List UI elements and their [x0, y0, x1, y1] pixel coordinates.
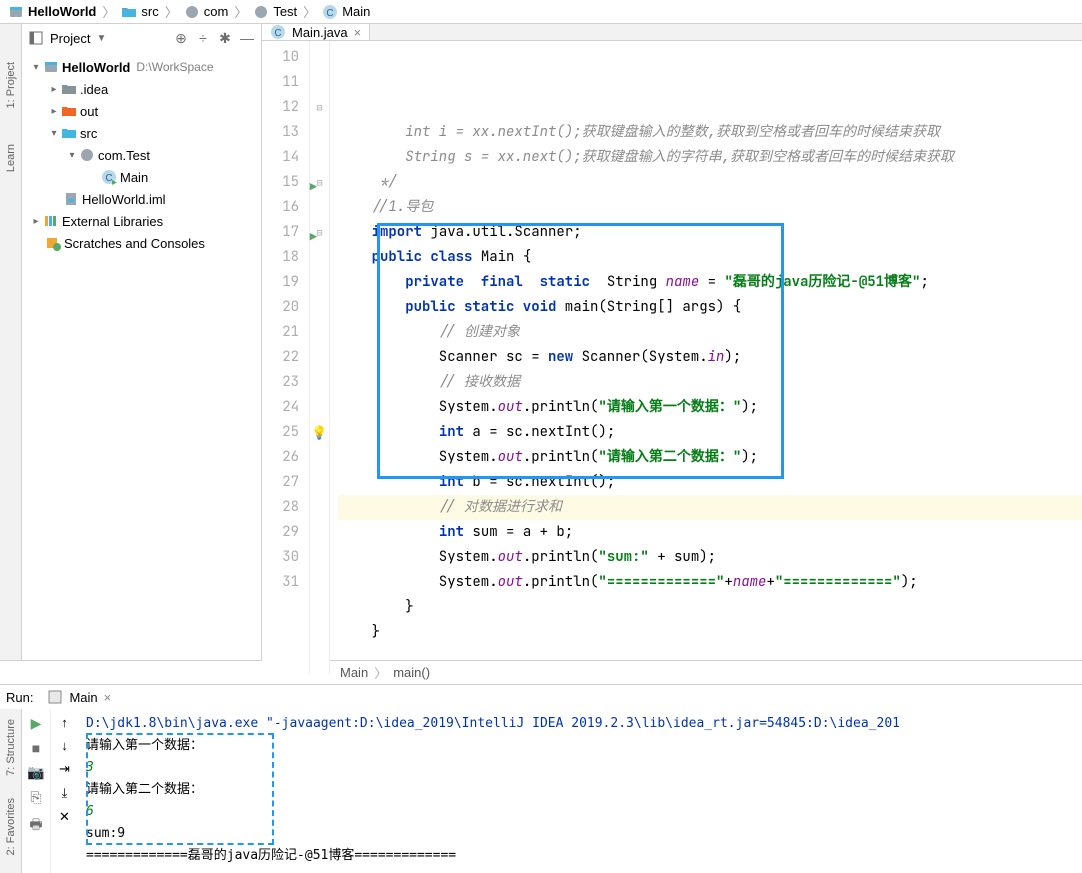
tree-node-main[interactable]: C Main — [22, 166, 261, 188]
favorites-tool-tab[interactable]: 2: Favorites — [5, 792, 17, 861]
library-icon — [43, 213, 59, 229]
code-content[interactable]: int i = xx.nextInt();获取键盘输入的整数,获取到空格或者回车… — [330, 41, 1082, 674]
tab-label: Main.java — [292, 25, 348, 40]
run-tab-main[interactable]: Main × — [41, 689, 117, 705]
breadcrumb-item-helloworld[interactable]: HelloWorld — [4, 0, 100, 23]
tree-node-idea[interactable]: ▸ .idea — [22, 78, 261, 100]
run-action-toolbar: ▶ ■ 📷 ⎘ 🖶 — [22, 709, 50, 873]
stop-icon[interactable]: ■ — [32, 740, 40, 756]
package-icon — [184, 4, 200, 20]
project-tool-window: Project ▼ ⊕ ÷ ✱ — ▾ HelloWorld D:\WorkSp… — [22, 24, 262, 660]
run-header: Run: Main × — [0, 685, 1082, 709]
breadcrumb-label: HelloWorld — [28, 4, 96, 19]
tree-label: com.Test — [98, 148, 150, 163]
class-run-icon: C — [101, 169, 117, 185]
tool-window-title: Project — [50, 31, 90, 46]
tree-label: .idea — [80, 82, 108, 97]
scroll-icon[interactable]: ⤓ — [62, 785, 68, 801]
up-icon[interactable]: ↑ — [61, 715, 68, 730]
tree-root-node[interactable]: ▾ HelloWorld D:\WorkSpace — [22, 56, 261, 78]
breadcrumb-label: Test — [273, 4, 297, 19]
tree-path: D:\WorkSpace — [136, 60, 213, 74]
breadcrumb-item-src[interactable]: src — [117, 0, 162, 23]
breadcrumb-separator: 〉 — [165, 2, 178, 21]
down-icon[interactable]: ↓ — [61, 738, 68, 753]
learn-tool-tab[interactable]: Learn — [3, 136, 19, 180]
breadcrumb-item-main[interactable]: C Main — [318, 0, 374, 23]
wrap-icon[interactable]: ⇥ — [59, 761, 70, 777]
tree-label: Main — [120, 170, 148, 185]
breadcrumb-separator: 〉 — [303, 2, 316, 21]
tree-node-iml[interactable]: HelloWorld.iml — [22, 188, 261, 210]
settings-icon[interactable]: ✱ — [217, 30, 233, 46]
project-view-icon — [28, 30, 44, 46]
run-tool-window: Run: Main × 7: Structure 2: Favorites ▶ … — [0, 684, 1082, 873]
breadcrumb-label: com — [204, 4, 229, 19]
tree-node-external-libs[interactable]: ▸ External Libraries — [22, 210, 261, 232]
breadcrumb-item-com[interactable]: com — [180, 0, 233, 23]
module-icon — [8, 4, 24, 20]
exit-icon[interactable]: ⎘ — [30, 789, 41, 806]
expand-all-icon[interactable]: ÷ — [195, 30, 211, 46]
run-tab-label: Main — [69, 690, 97, 705]
run-config-icon — [47, 689, 63, 705]
code-editor[interactable]: 101112131415▶1617▶1819202122232425262728… — [262, 41, 1082, 674]
run-title: Run: — [6, 690, 33, 705]
print-icon[interactable]: 🖶 — [29, 814, 42, 838]
run-output-toolbar: ↑ ↓ ⇥ ⤓ ✕ — [50, 709, 78, 873]
dump-icon[interactable]: 📷 — [27, 764, 44, 781]
scroll-from-source-icon[interactable]: ⊕ — [173, 30, 189, 46]
hide-icon[interactable]: — — [239, 30, 255, 46]
folder-icon — [61, 81, 77, 97]
editor-area: C Main.java × 101112131415▶1617▶18192021… — [262, 24, 1082, 660]
breadcrumb-separator: 〉 — [102, 2, 115, 21]
navigation-breadcrumb: HelloWorld 〉 src 〉 com 〉 Test 〉 C Main — [0, 0, 1082, 24]
breadcrumb-label: src — [141, 4, 158, 19]
tree-label: Scratches and Consoles — [64, 236, 205, 251]
left-tool-tabs: 1: Project Learn — [0, 24, 22, 660]
source-folder-icon — [61, 125, 77, 141]
class-icon: C — [322, 4, 338, 20]
tool-window-header: Project ▼ ⊕ ÷ ✱ — — [22, 24, 261, 52]
tree-node-scratches[interactable]: Scratches and Consoles — [22, 232, 261, 254]
left-tool-tabs-bottom: 7: Structure 2: Favorites — [0, 709, 22, 873]
tree-label: External Libraries — [62, 214, 163, 229]
svg-text:C: C — [105, 173, 112, 184]
line-gutter[interactable]: 101112131415▶1617▶1819202122232425262728… — [262, 41, 310, 674]
rerun-icon[interactable]: ▶ — [31, 715, 42, 732]
tree-label: src — [80, 126, 97, 141]
package-icon — [253, 4, 269, 20]
class-icon: C — [270, 24, 286, 40]
project-tool-tab[interactable]: 1: Project — [3, 54, 19, 116]
tree-label: out — [80, 104, 98, 119]
run-console[interactable]: D:\jdk1.8\bin\java.exe "-javaagent:D:\id… — [78, 709, 1082, 873]
clear-icon[interactable]: ✕ — [59, 809, 70, 825]
structure-tool-tab[interactable]: 7: Structure — [5, 713, 17, 782]
close-run-tab-icon[interactable]: × — [104, 690, 112, 705]
folder-icon — [61, 103, 77, 119]
tree-node-src[interactable]: ▾ src — [22, 122, 261, 144]
project-tree[interactable]: ▾ HelloWorld D:\WorkSpace ▸ .idea ▸ out … — [22, 52, 261, 258]
scratch-icon — [45, 235, 61, 251]
svg-text:C: C — [274, 28, 281, 39]
tree-node-out[interactable]: ▸ out — [22, 100, 261, 122]
iml-icon — [63, 191, 79, 207]
package-icon — [79, 147, 95, 163]
breadcrumb-label: Main — [342, 4, 370, 19]
module-icon — [43, 59, 59, 75]
tree-label: HelloWorld — [62, 60, 130, 75]
tree-label: HelloWorld.iml — [82, 192, 166, 207]
marker-gutter[interactable]: ⊟⊟⊟💡 — [310, 41, 330, 674]
close-tab-icon[interactable]: × — [354, 25, 362, 40]
editor-tab-main[interactable]: C Main.java × — [262, 24, 370, 40]
breadcrumb-item-test[interactable]: Test — [249, 0, 301, 23]
editor-tab-bar: C Main.java × — [262, 24, 1082, 41]
tree-node-package[interactable]: ▾ com.Test — [22, 144, 261, 166]
folder-icon — [121, 4, 137, 20]
svg-text:C: C — [327, 8, 334, 19]
breadcrumb-separator: 〉 — [234, 2, 247, 21]
